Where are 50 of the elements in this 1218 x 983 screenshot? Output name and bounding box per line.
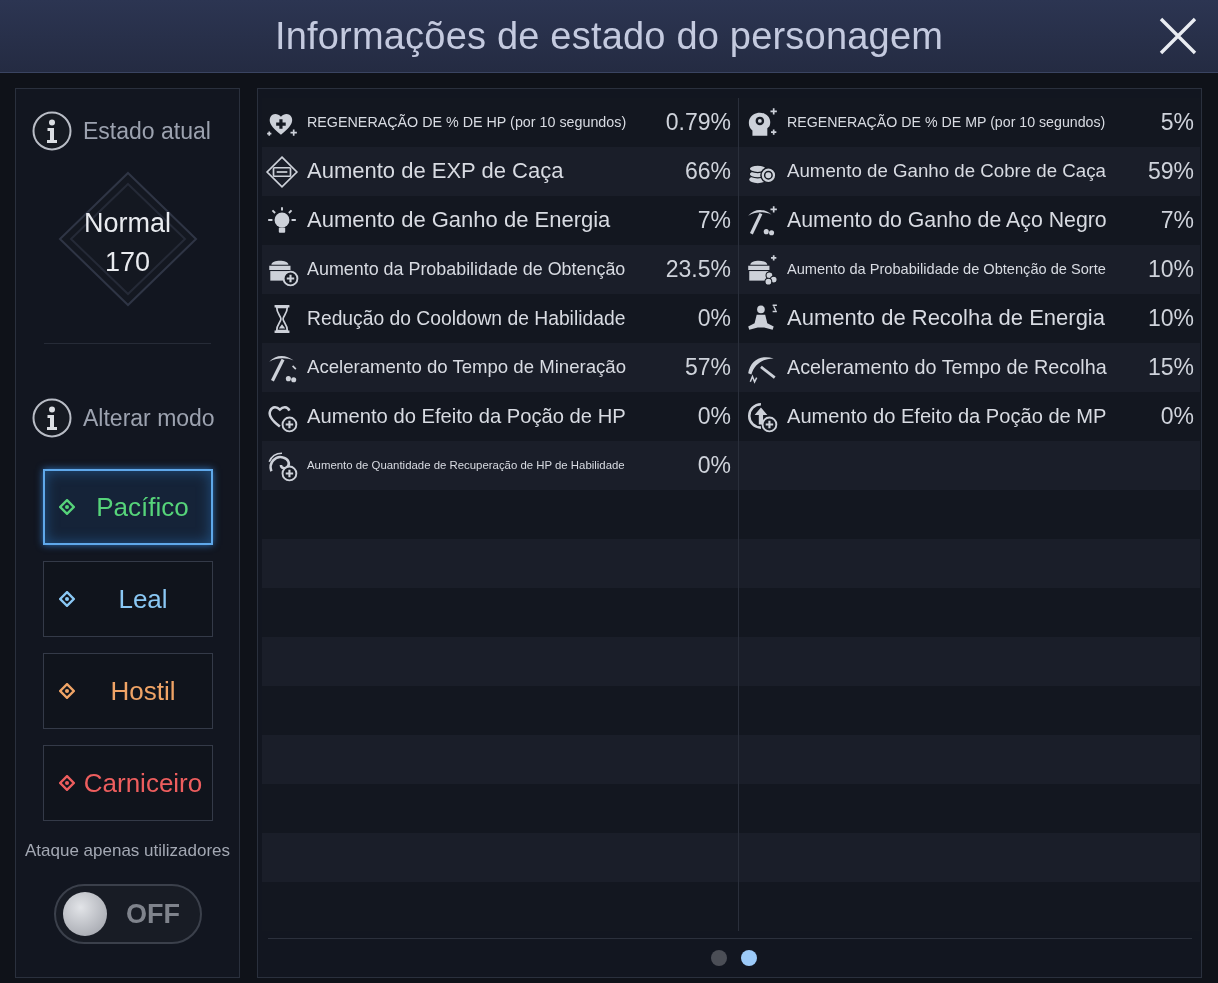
page-dot[interactable] bbox=[710, 950, 727, 966]
close-icon bbox=[1158, 16, 1198, 56]
stat-label: Aumento de EXP de Caça bbox=[307, 158, 564, 185]
stat-value: 66% bbox=[684, 158, 731, 185]
stat-value: 0% bbox=[697, 452, 731, 479]
toggle-switch[interactable]: OFF bbox=[53, 884, 202, 944]
toggle-label: Ataque apenas utilizadores bbox=[24, 841, 231, 861]
page-dot[interactable] bbox=[740, 950, 757, 966]
stat-value: 0.79% bbox=[665, 109, 731, 136]
info-icon[interactable] bbox=[32, 398, 72, 438]
stat-value: 10% bbox=[1147, 256, 1194, 283]
stat-label: Aumento da Probabilidade de Obtenção de Sorte bbox=[787, 260, 1106, 279]
badge-icon bbox=[265, 154, 299, 189]
stat-label: Aumento de Ganho de Energia bbox=[307, 207, 611, 234]
stat-value: 10% bbox=[1147, 305, 1194, 332]
stat-label: Aceleramento do Tempo de Mineração bbox=[307, 356, 627, 379]
mode-button[interactable]: Pacífico bbox=[42, 469, 213, 545]
stat-label: Aumento de Ganho de Cobre de Caça bbox=[787, 160, 1106, 183]
stat-label: Redução do Cooldown de Habilidade bbox=[307, 306, 626, 331]
stat-value: 7% bbox=[1160, 207, 1194, 234]
stat-value: 59% bbox=[1147, 158, 1194, 185]
stat-label: Aumento do Ganho de Aço Negro bbox=[787, 207, 1107, 234]
stat-value: 23.5% bbox=[665, 256, 731, 283]
section-heading: Alterar modo bbox=[83, 404, 215, 432]
stat-value: 0% bbox=[697, 403, 731, 430]
stat-value: 0% bbox=[1160, 403, 1194, 430]
section-heading: Estado atual bbox=[83, 117, 211, 145]
toggle-knob[interactable] bbox=[62, 892, 107, 936]
mode-button[interactable]: Hostil bbox=[42, 653, 213, 729]
mode-button[interactable]: Carniceiro bbox=[42, 745, 213, 821]
stat-label: Aceleramento do Tempo de Recolha bbox=[787, 355, 1107, 380]
info-icon[interactable] bbox=[32, 111, 72, 151]
stat-value: 0% bbox=[697, 305, 731, 332]
stat-label: REGENERAÇÃO DE % DE MP (por 10 segundos) bbox=[787, 114, 1106, 131]
window-title: Informações de estado do personagem bbox=[274, 14, 944, 58]
pickaxe-plus-icon bbox=[745, 203, 779, 238]
chest-clover-icon bbox=[745, 252, 779, 287]
stat-value: 7% bbox=[697, 207, 731, 234]
stat-value: 57% bbox=[684, 354, 731, 381]
stat-label: Aumento de Recolha de Energia bbox=[787, 305, 1105, 332]
stat-label: REGENERAÇÃO DE % DE HP (por 10 segundos) bbox=[307, 113, 627, 132]
stat-label: Aumento do Efeito da Poção de MP bbox=[787, 404, 1107, 429]
state-value: 170 bbox=[104, 246, 151, 279]
stat-label: Aumento da Probabilidade de Obtenção bbox=[307, 258, 626, 281]
state-name: Normal bbox=[84, 207, 171, 240]
stat-value: 15% bbox=[1147, 354, 1194, 381]
stat-label: Aumento do Efeito da Poção de HP bbox=[307, 404, 626, 429]
stat-value: 5% bbox=[1160, 109, 1194, 136]
mode-button[interactable]: Leal bbox=[42, 561, 213, 637]
stat-label: Aumento de Quantidade de Recuperação de HP de Habilidade bbox=[307, 458, 625, 473]
